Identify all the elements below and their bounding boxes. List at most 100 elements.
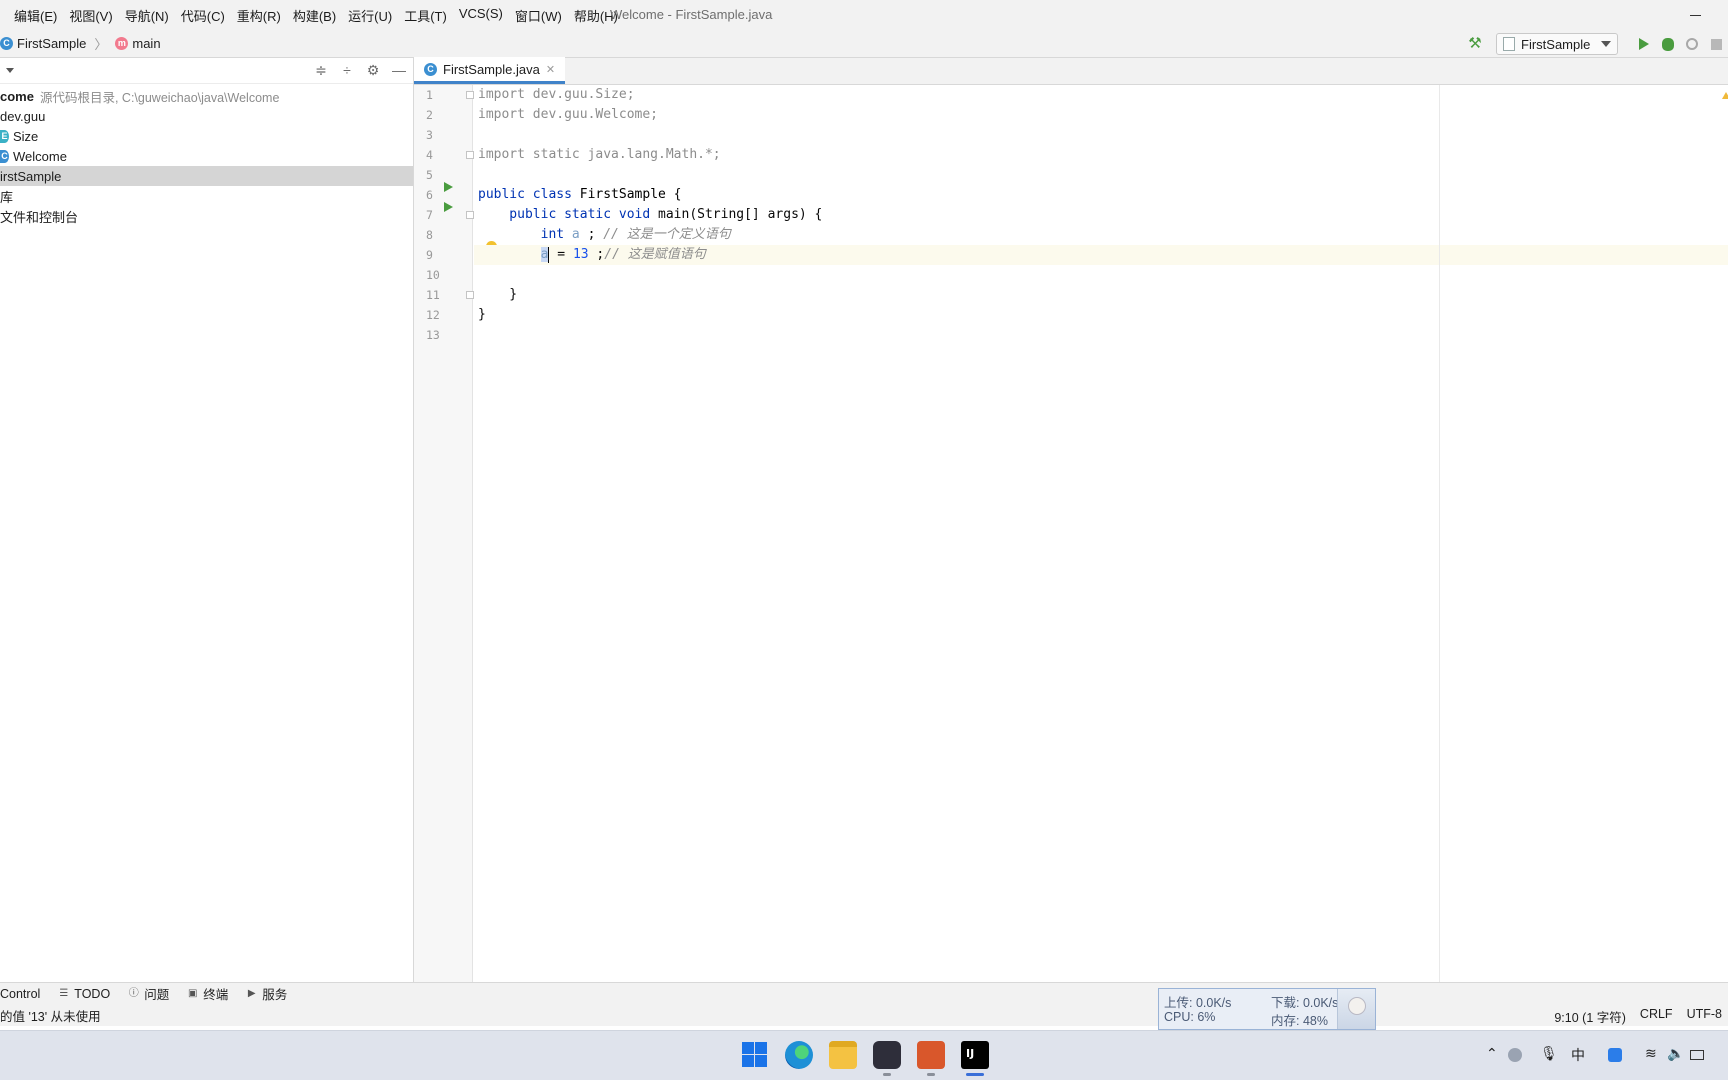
- breadcrumb-method[interactable]: main: [132, 36, 160, 51]
- menu-edit[interactable]: 编辑(E): [8, 6, 63, 25]
- class-icon: C: [0, 149, 9, 163]
- tree-item-libraries[interactable]: 库: [0, 186, 413, 206]
- breadcrumb: C FirstSample 〉 m main: [0, 34, 161, 53]
- code-line-7: public static void main(String[] args) {: [478, 205, 822, 225]
- menu-vcs[interactable]: VCS(S): [453, 6, 509, 25]
- build-hammer-icon[interactable]: ⚒: [1466, 35, 1484, 53]
- app-tray-icon[interactable]: [1608, 1048, 1622, 1062]
- memory-usage: 内存: 48%: [1271, 1014, 1328, 1028]
- menu-tools[interactable]: 工具(T): [398, 6, 453, 25]
- fold-icon[interactable]: [466, 291, 474, 299]
- line-number: 4: [426, 148, 433, 162]
- tree-item-package[interactable]: dev.guu: [0, 106, 413, 126]
- code-area[interactable]: import dev.guu.Size; import dev.guu.Welc…: [474, 85, 1728, 982]
- close-icon[interactable]: ✕: [546, 63, 555, 76]
- code-semicolon: ;: [588, 247, 605, 262]
- code-comment: // 这是赋值语句: [604, 247, 706, 262]
- tree-item-welcome[interactable]: C Welcome: [0, 146, 413, 166]
- run-class-gutter-icon[interactable]: [444, 182, 453, 192]
- tool-window-problems[interactable]: ⓘ 问题: [128, 984, 179, 1003]
- collapse-all-icon[interactable]: ÷: [339, 61, 355, 79]
- menu-view[interactable]: 视图(V): [63, 6, 118, 25]
- intellij-icon[interactable]: [961, 1041, 989, 1069]
- line-number: 6: [426, 188, 433, 202]
- tool-window-label: 终端: [203, 988, 229, 1002]
- info-icon: ⓘ: [128, 988, 139, 999]
- stop-icon: [1710, 38, 1722, 50]
- coverage-button[interactable]: [1680, 33, 1704, 55]
- volume-icon[interactable]: 🔈: [1667, 1045, 1684, 1062]
- tool-window-services[interactable]: ▶ 服务: [246, 984, 297, 1003]
- tree-item-label: come: [0, 88, 34, 104]
- microphone-icon[interactable]: 🎙: [1540, 1045, 1558, 1062]
- tool-window-todo[interactable]: ☰ TODO: [58, 987, 120, 1001]
- expand-all-icon[interactable]: ≑: [313, 61, 329, 79]
- tree-item-scratches[interactable]: 文件和控制台: [0, 206, 413, 226]
- fold-icon[interactable]: [466, 211, 474, 219]
- code-brace: {: [665, 187, 682, 202]
- run-toolbar: ⚒ FirstSample: [1466, 30, 1728, 58]
- project-panel-tools: ≑ ÷ ⚙ —: [313, 61, 407, 79]
- breadcrumb-class[interactable]: FirstSample: [17, 36, 86, 51]
- view-dropdown-icon[interactable]: [6, 68, 14, 73]
- run-button[interactable]: [1632, 33, 1656, 55]
- code-line-6: public class FirstSample {: [478, 185, 682, 205]
- terminal-icon: ▣: [187, 988, 198, 999]
- stop-button[interactable]: [1704, 33, 1728, 55]
- line-separator[interactable]: CRLF: [1640, 1007, 1673, 1026]
- run-configuration-select[interactable]: FirstSample: [1496, 33, 1618, 55]
- line-number: 1: [426, 88, 433, 102]
- menu-code[interactable]: 代码(C): [175, 6, 231, 25]
- breadcrumb-separator-icon: 〉: [94, 37, 108, 52]
- minimize-button[interactable]: [1686, 4, 1706, 24]
- menu-run[interactable]: 运行(U): [342, 6, 398, 25]
- tree-item-size[interactable]: E Size: [0, 126, 413, 146]
- powerpoint-icon[interactable]: [917, 1041, 945, 1069]
- mascot-icon: [1337, 989, 1375, 1029]
- battery-icon[interactable]: [1690, 1050, 1704, 1060]
- tree-item-module[interactable]: come 源代码根目录, C:\guweichao\java\Welcome: [0, 86, 413, 106]
- hide-panel-icon[interactable]: —: [391, 61, 407, 79]
- menu-build[interactable]: 构建(B): [287, 6, 342, 25]
- menu-window[interactable]: 窗口(W): [509, 6, 568, 25]
- code-line-12: }: [478, 307, 486, 322]
- start-icon[interactable]: [741, 1041, 769, 1069]
- debug-button[interactable]: [1656, 33, 1680, 55]
- code-line-8: int a ; // 这是一个定义语句: [478, 225, 731, 245]
- code-keyword: public static void: [478, 207, 659, 222]
- code-line-4: import static java.lang.Math.*;: [478, 147, 721, 162]
- class-icon: C: [0, 37, 13, 50]
- warning-stripe-icon[interactable]: [1722, 92, 1728, 99]
- ime-indicator[interactable]: 中: [1571, 1045, 1585, 1065]
- tool-window-version-control[interactable]: Control: [0, 987, 50, 1001]
- upload-speed: 上传: 0.0K/s: [1164, 996, 1232, 1010]
- run-main-gutter-icon[interactable]: [444, 202, 453, 212]
- edge-browser-icon[interactable]: [785, 1041, 813, 1069]
- file-explorer-icon[interactable]: [829, 1041, 857, 1069]
- code-number: 13: [572, 247, 589, 262]
- enum-icon: E: [0, 129, 9, 143]
- cloud-icon[interactable]: [1508, 1048, 1522, 1062]
- wifi-icon[interactable]: ≋: [1645, 1045, 1657, 1062]
- menu-bar: 编辑(E) 视图(V) 导航(N) 代码(C) 重构(R) 构建(B) 运行(U…: [0, 0, 1728, 30]
- code-comment: // 这是一个定义语句: [603, 227, 731, 242]
- file-encoding[interactable]: UTF-8: [1687, 1007, 1722, 1026]
- tree-item-firstsample[interactable]: irstSample: [0, 166, 413, 186]
- navigation-bar: C FirstSample 〉 m main ⚒ FirstSample: [0, 30, 1728, 58]
- status-right: 9:10 (1 字符) CRLF UTF-8: [1554, 1007, 1722, 1026]
- chevron-up-icon[interactable]: ⌃: [1486, 1045, 1498, 1062]
- tool-window-terminal[interactable]: ▣ 终端: [187, 984, 238, 1003]
- network-monitor-widget[interactable]: 上传: 0.0K/s 下载: 0.0K/s CPU: 6% 内存: 48%: [1158, 988, 1376, 1030]
- gear-icon[interactable]: ⚙: [365, 61, 381, 79]
- line-number: 8: [426, 228, 433, 242]
- code-signature: main(String[] args) {: [658, 207, 823, 222]
- menu-refactor[interactable]: 重构(R): [231, 6, 287, 25]
- menu-navigate[interactable]: 导航(N): [119, 6, 175, 25]
- fold-icon[interactable]: [466, 91, 474, 99]
- app-icon[interactable]: [873, 1041, 901, 1069]
- fold-icon[interactable]: [466, 151, 474, 159]
- caret-position[interactable]: 9:10 (1 字符): [1554, 1007, 1626, 1026]
- tab-firstsample-java[interactable]: C FirstSample.java ✕: [414, 57, 566, 84]
- line-number: 2: [426, 108, 433, 122]
- tree-item-label: 库: [0, 189, 14, 205]
